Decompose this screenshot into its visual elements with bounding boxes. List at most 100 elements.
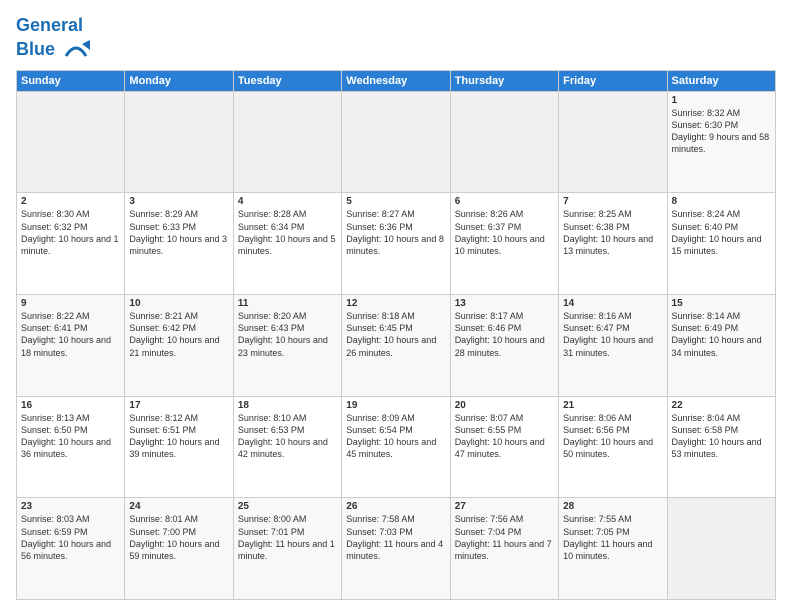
- day-info: Sunrise: 8:14 AM Sunset: 6:49 PM Dayligh…: [672, 310, 771, 359]
- calendar-cell: 19Sunrise: 8:09 AM Sunset: 6:54 PM Dayli…: [342, 396, 450, 498]
- calendar-cell: 10Sunrise: 8:21 AM Sunset: 6:42 PM Dayli…: [125, 295, 233, 397]
- day-info: Sunrise: 8:25 AM Sunset: 6:38 PM Dayligh…: [563, 208, 662, 257]
- calendar-cell: 13Sunrise: 8:17 AM Sunset: 6:46 PM Dayli…: [450, 295, 558, 397]
- day-info: Sunrise: 8:03 AM Sunset: 6:59 PM Dayligh…: [21, 513, 120, 562]
- day-info: Sunrise: 8:17 AM Sunset: 6:46 PM Dayligh…: [455, 310, 554, 359]
- day-number: 26: [346, 501, 445, 512]
- calendar-cell: 6Sunrise: 8:26 AM Sunset: 6:37 PM Daylig…: [450, 193, 558, 295]
- day-number: 25: [238, 501, 337, 512]
- day-number: 28: [563, 501, 662, 512]
- calendar-cell: 3Sunrise: 8:29 AM Sunset: 6:33 PM Daylig…: [125, 193, 233, 295]
- calendar-cell: 26Sunrise: 7:58 AM Sunset: 7:03 PM Dayli…: [342, 498, 450, 600]
- calendar-cell: [342, 91, 450, 193]
- calendar-cell: 14Sunrise: 8:16 AM Sunset: 6:47 PM Dayli…: [559, 295, 667, 397]
- calendar-week-row: 1Sunrise: 8:32 AM Sunset: 6:30 PM Daylig…: [17, 91, 776, 193]
- day-info: Sunrise: 8:20 AM Sunset: 6:43 PM Dayligh…: [238, 310, 337, 359]
- day-number: 21: [563, 400, 662, 411]
- day-info: Sunrise: 8:04 AM Sunset: 6:58 PM Dayligh…: [672, 412, 771, 461]
- logo-text2: Blue: [16, 36, 90, 64]
- day-number: 15: [672, 298, 771, 309]
- weekday-header: Thursday: [450, 70, 558, 91]
- day-info: Sunrise: 8:32 AM Sunset: 6:30 PM Dayligh…: [672, 107, 771, 156]
- day-info: Sunrise: 8:21 AM Sunset: 6:42 PM Dayligh…: [129, 310, 228, 359]
- day-number: 16: [21, 400, 120, 411]
- calendar-cell: 4Sunrise: 8:28 AM Sunset: 6:34 PM Daylig…: [233, 193, 341, 295]
- day-number: 23: [21, 501, 120, 512]
- day-number: 20: [455, 400, 554, 411]
- day-info: Sunrise: 8:22 AM Sunset: 6:41 PM Dayligh…: [21, 310, 120, 359]
- day-number: 8: [672, 196, 771, 207]
- day-info: Sunrise: 8:29 AM Sunset: 6:33 PM Dayligh…: [129, 208, 228, 257]
- weekday-header: Wednesday: [342, 70, 450, 91]
- day-info: Sunrise: 8:07 AM Sunset: 6:55 PM Dayligh…: [455, 412, 554, 461]
- weekday-header: Friday: [559, 70, 667, 91]
- day-number: 17: [129, 400, 228, 411]
- calendar-cell: 20Sunrise: 8:07 AM Sunset: 6:55 PM Dayli…: [450, 396, 558, 498]
- day-number: 9: [21, 298, 120, 309]
- day-number: 13: [455, 298, 554, 309]
- calendar-cell: 11Sunrise: 8:20 AM Sunset: 6:43 PM Dayli…: [233, 295, 341, 397]
- calendar-cell: 8Sunrise: 8:24 AM Sunset: 6:40 PM Daylig…: [667, 193, 775, 295]
- calendar-cell: 5Sunrise: 8:27 AM Sunset: 6:36 PM Daylig…: [342, 193, 450, 295]
- day-info: Sunrise: 8:12 AM Sunset: 6:51 PM Dayligh…: [129, 412, 228, 461]
- day-info: Sunrise: 7:56 AM Sunset: 7:04 PM Dayligh…: [455, 513, 554, 562]
- day-number: 27: [455, 501, 554, 512]
- day-number: 10: [129, 298, 228, 309]
- day-number: 12: [346, 298, 445, 309]
- day-info: Sunrise: 7:55 AM Sunset: 7:05 PM Dayligh…: [563, 513, 662, 562]
- day-info: Sunrise: 8:00 AM Sunset: 7:01 PM Dayligh…: [238, 513, 337, 562]
- calendar-cell: 28Sunrise: 7:55 AM Sunset: 7:05 PM Dayli…: [559, 498, 667, 600]
- logo-text: General: [16, 16, 90, 36]
- calendar-cell: 15Sunrise: 8:14 AM Sunset: 6:49 PM Dayli…: [667, 295, 775, 397]
- page: General Blue SundayMondayTuesdayWednesda…: [0, 0, 792, 612]
- calendar-week-row: 9Sunrise: 8:22 AM Sunset: 6:41 PM Daylig…: [17, 295, 776, 397]
- day-number: 18: [238, 400, 337, 411]
- calendar-cell: 16Sunrise: 8:13 AM Sunset: 6:50 PM Dayli…: [17, 396, 125, 498]
- day-info: Sunrise: 8:01 AM Sunset: 7:00 PM Dayligh…: [129, 513, 228, 562]
- calendar-cell: 25Sunrise: 8:00 AM Sunset: 7:01 PM Dayli…: [233, 498, 341, 600]
- calendar-cell: 18Sunrise: 8:10 AM Sunset: 6:53 PM Dayli…: [233, 396, 341, 498]
- calendar-cell: 7Sunrise: 8:25 AM Sunset: 6:38 PM Daylig…: [559, 193, 667, 295]
- day-info: Sunrise: 8:24 AM Sunset: 6:40 PM Dayligh…: [672, 208, 771, 257]
- weekday-header: Saturday: [667, 70, 775, 91]
- calendar-cell: 1Sunrise: 8:32 AM Sunset: 6:30 PM Daylig…: [667, 91, 775, 193]
- day-info: Sunrise: 8:13 AM Sunset: 6:50 PM Dayligh…: [21, 412, 120, 461]
- weekday-header: Monday: [125, 70, 233, 91]
- day-number: 19: [346, 400, 445, 411]
- weekday-header: Tuesday: [233, 70, 341, 91]
- calendar-cell: [667, 498, 775, 600]
- calendar-cell: 22Sunrise: 8:04 AM Sunset: 6:58 PM Dayli…: [667, 396, 775, 498]
- weekday-header-row: SundayMondayTuesdayWednesdayThursdayFrid…: [17, 70, 776, 91]
- day-number: 2: [21, 196, 120, 207]
- day-number: 4: [238, 196, 337, 207]
- day-number: 1: [672, 95, 771, 106]
- calendar-cell: 2Sunrise: 8:30 AM Sunset: 6:32 PM Daylig…: [17, 193, 125, 295]
- day-number: 5: [346, 196, 445, 207]
- calendar-week-row: 23Sunrise: 8:03 AM Sunset: 6:59 PM Dayli…: [17, 498, 776, 600]
- day-info: Sunrise: 8:06 AM Sunset: 6:56 PM Dayligh…: [563, 412, 662, 461]
- day-number: 22: [672, 400, 771, 411]
- calendar-cell: [559, 91, 667, 193]
- day-number: 3: [129, 196, 228, 207]
- day-info: Sunrise: 8:30 AM Sunset: 6:32 PM Dayligh…: [21, 208, 120, 257]
- day-info: Sunrise: 8:26 AM Sunset: 6:37 PM Dayligh…: [455, 208, 554, 257]
- calendar-cell: 27Sunrise: 7:56 AM Sunset: 7:04 PM Dayli…: [450, 498, 558, 600]
- weekday-header: Sunday: [17, 70, 125, 91]
- day-info: Sunrise: 8:16 AM Sunset: 6:47 PM Dayligh…: [563, 310, 662, 359]
- calendar-cell: 23Sunrise: 8:03 AM Sunset: 6:59 PM Dayli…: [17, 498, 125, 600]
- calendar-week-row: 16Sunrise: 8:13 AM Sunset: 6:50 PM Dayli…: [17, 396, 776, 498]
- calendar-cell: [233, 91, 341, 193]
- day-info: Sunrise: 8:27 AM Sunset: 6:36 PM Dayligh…: [346, 208, 445, 257]
- day-number: 7: [563, 196, 662, 207]
- calendar-cell: [450, 91, 558, 193]
- calendar-cell: 12Sunrise: 8:18 AM Sunset: 6:45 PM Dayli…: [342, 295, 450, 397]
- day-info: Sunrise: 8:10 AM Sunset: 6:53 PM Dayligh…: [238, 412, 337, 461]
- day-number: 11: [238, 298, 337, 309]
- calendar-cell: 21Sunrise: 8:06 AM Sunset: 6:56 PM Dayli…: [559, 396, 667, 498]
- logo: General Blue: [16, 16, 90, 64]
- calendar-cell: 17Sunrise: 8:12 AM Sunset: 6:51 PM Dayli…: [125, 396, 233, 498]
- calendar-week-row: 2Sunrise: 8:30 AM Sunset: 6:32 PM Daylig…: [17, 193, 776, 295]
- calendar-cell: [125, 91, 233, 193]
- calendar-cell: 24Sunrise: 8:01 AM Sunset: 7:00 PM Dayli…: [125, 498, 233, 600]
- day-info: Sunrise: 8:28 AM Sunset: 6:34 PM Dayligh…: [238, 208, 337, 257]
